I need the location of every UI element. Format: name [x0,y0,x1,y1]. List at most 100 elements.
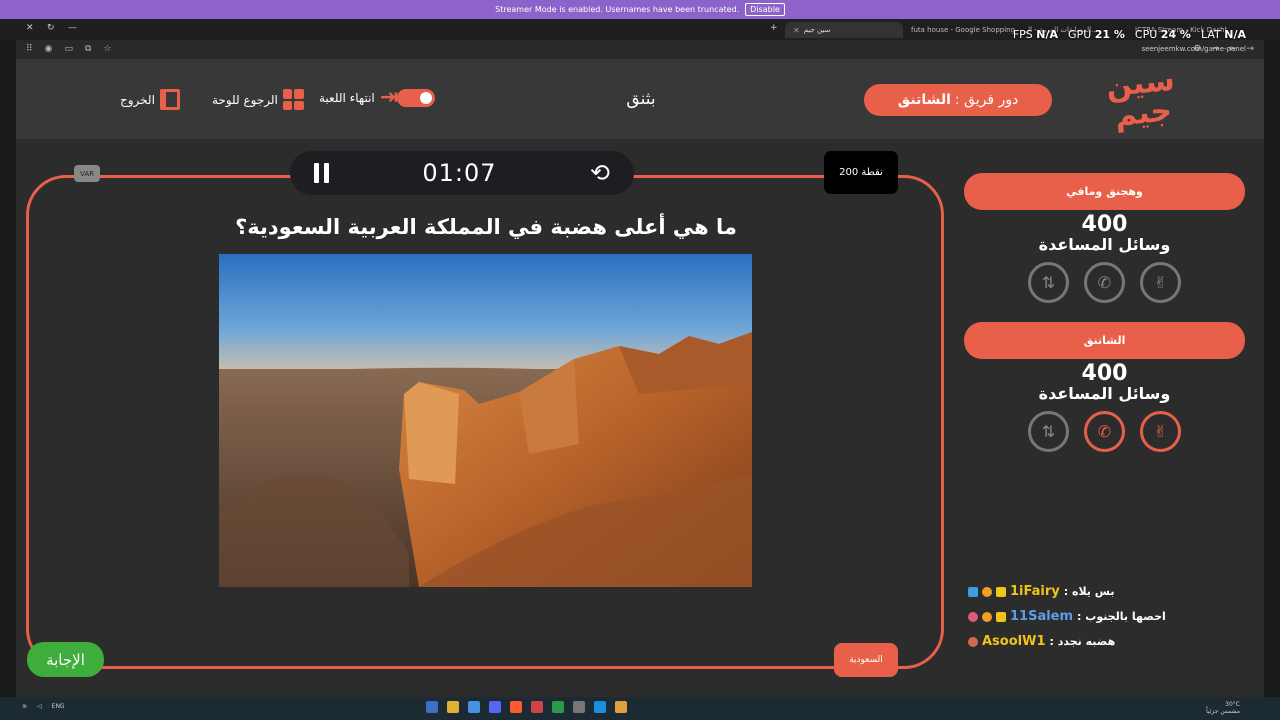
menu-icon[interactable]: ⠿ [26,44,33,54]
end-game-label: انتهاء اللعبة [319,91,375,105]
language-indicator[interactable]: ENG [52,703,65,710]
url-text[interactable]: seenjeemkw.com/game-panel [1141,45,1246,53]
discord-icon[interactable] [489,701,501,713]
close-tab-icon[interactable]: ✕ [793,26,800,35]
app-icon[interactable] [573,701,585,713]
chat-text: احصها بالجنوب : [1077,610,1166,623]
disable-button[interactable]: Disable [745,3,785,16]
crown-badge-icon [996,586,1006,597]
chat-feed: بس يلاه : 1iFairy احصها بالجنوب : 11Sale… [968,579,1198,654]
aids-label: وسائل المساعدة [1038,235,1171,254]
app-icon[interactable] [615,701,627,713]
toggle-switch-icon [397,89,435,107]
profile-icon[interactable]: ◉ [45,44,53,54]
team-name: وهجنق ومافي [964,173,1245,210]
tab-google-shopping[interactable]: futa house - Google Shopping [903,22,1015,38]
chrome-icon[interactable] [552,701,564,713]
back-to-board-button[interactable]: الرجوع للوحة [212,89,304,110]
logo: سين جيم [1104,62,1177,134]
question-photo [219,254,752,587]
weather-text: مشمس جزئياً [1206,708,1240,715]
volume-icon[interactable]: ◁ [37,703,42,710]
chat-text: بس يلاه : [1063,585,1115,598]
weather-widget[interactable]: 30°C مشمس جزئياً [1206,701,1240,715]
obs-icon[interactable] [531,701,543,713]
banner-text: Streamer Mode is enabled. Usernames have… [495,5,740,14]
chat-message: هضبه نجدد : AsoolW1 [968,629,1198,654]
chat-message: احصها بالجنوب : 11Salem [968,604,1198,629]
address-bar: ⠿ ◉ ▭ ⧉ ☆ ⚙ → ← → [0,40,1280,59]
aids-label: وسائل المساعدة [1038,384,1171,403]
chat-text: هضبه نجدد : [1049,635,1116,648]
category-badge: السعودية [834,643,898,677]
reset-timer-icon[interactable]: ⟲ [590,159,610,187]
team-score: 400 [1081,361,1128,386]
team-panel: الشاتنق 400 وسائل المساعدة ⇅ ✆ ✌ [964,322,1245,452]
emote-badge-icon [968,636,978,647]
minimize-icon[interactable]: — [68,23,77,33]
brave-icon[interactable] [510,701,522,713]
phone-icon[interactable]: ✆ [1084,411,1125,452]
tab-label: futa house - Google Shopping [911,26,1015,34]
streamer-mode-banner: Streamer Mode is enabled. Usernames have… [0,0,1280,19]
taskbar: ≋ ◁ ENG 30°C مشمس جزئياً [0,697,1280,720]
swap-icon[interactable]: ⇅ [1028,262,1069,303]
chat-username[interactable]: 1iFairy [1010,584,1060,599]
exit-label: الخروج [120,92,155,107]
terminal-icon[interactable] [468,701,480,713]
exit-door-icon [159,89,180,110]
turn-team: الشاتنق [897,92,951,108]
extensions-icon[interactable]: ⧉ [85,44,91,54]
right-margin [1264,40,1280,698]
turn-prefix: دور فريق : [954,92,1019,108]
back-to-board-label: الرجوع للوحة [212,92,278,107]
question-text: ما هي أعلى هضبة في المملكة العربية السعو… [235,215,737,239]
swap-icon[interactable]: ⇅ [1028,411,1069,452]
game-header: سين جيم دور فريق : الشاتنق بثنق انتهاء ا… [16,59,1264,139]
team-score: 400 [1081,212,1128,237]
answer-button[interactable]: الإجابة [27,642,104,677]
var-icon[interactable]: VAR [74,165,100,182]
peace-hand-icon[interactable]: ✌ [1140,411,1181,452]
emote-badge-icon [968,611,978,622]
refresh-icon[interactable]: → [1246,44,1254,54]
file-explorer-icon[interactable] [447,701,459,713]
game-board: 01:07 ⟲ 200 نقطة VAR ما هي أعلى هضبة في … [16,139,1264,697]
team-name: الشاتنق [964,322,1245,359]
team-panel: وهجنق ومافي 400 وسائل المساعدة ⇅ ✆ ✌ [964,173,1245,303]
grid-icon [282,89,304,110]
timer-display: 01:07 [422,159,497,187]
cast-icon[interactable]: ▭ [64,44,73,54]
reload-icon[interactable]: ↻ [47,23,55,33]
timer-bar: 01:07 ⟲ [290,151,634,195]
sub-badge-icon [982,611,992,622]
end-game-button[interactable]: انتهاء اللعبة ⇥ [319,87,398,109]
temperature: 30°C [1225,701,1240,708]
exit-button[interactable]: الخروج [120,89,180,110]
peace-hand-icon[interactable]: ✌ [1140,262,1181,303]
close-window-icon[interactable]: ✕ [26,23,34,33]
crown-badge-icon [996,611,1006,622]
bookmark-icon[interactable]: ☆ [103,44,111,54]
taskbar-apps [426,701,627,713]
new-tab-icon[interactable]: + [770,23,778,33]
left-margin [0,40,16,698]
wifi-icon[interactable]: ≋ [22,703,27,710]
broadcast-toggle[interactable] [397,89,435,107]
chat-username[interactable]: 11Salem [1010,609,1073,624]
tab-seenjeem[interactable]: ✕ سين جيم [785,22,903,38]
edge-icon[interactable] [594,701,606,713]
pause-icon[interactable] [314,163,329,183]
system-tray-left: ≋ ◁ ENG [22,703,65,710]
verified-badge-icon [968,586,978,597]
turn-indicator: دور فريق : الشاتنق [864,84,1052,116]
sub-badge-icon [982,586,992,597]
phone-icon[interactable]: ✆ [1084,262,1125,303]
tab-label: سين جيم [803,26,831,34]
chat-message: بس يلاه : 1iFairy [968,579,1198,604]
browser-tab-strip: ✕ ↻ — + ✕ سين جيم futa house - Google Sh… [0,19,1280,41]
center-title: بثنق [626,89,656,109]
steam-icon[interactable] [426,701,438,713]
points-badge: 200 نقطة [824,151,898,194]
chat-username[interactable]: AsoolW1 [982,634,1046,649]
